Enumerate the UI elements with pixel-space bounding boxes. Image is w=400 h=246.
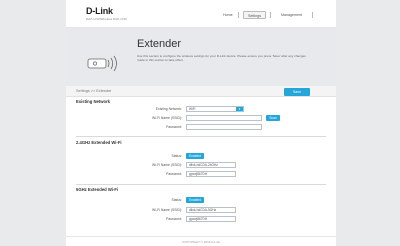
ssid-label: Wi-Fi Name (SSID): bbox=[152, 116, 182, 120]
existing-network-section: Existing Network Existing Network: WiFi … bbox=[76, 99, 326, 135]
section-title: 2.4GHz Extended Wi-Fi bbox=[76, 140, 122, 145]
section-divider bbox=[76, 184, 326, 185]
chevron-down-icon: ▾ bbox=[236, 107, 243, 111]
section-title: 5GHz Extended Wi-Fi bbox=[76, 187, 119, 192]
existing-network-value: WiFi bbox=[189, 107, 196, 111]
status-label: Status: bbox=[171, 154, 182, 158]
nav-divider bbox=[312, 12, 313, 18]
wifi5-password-input[interactable]: gpxwj867DH bbox=[186, 216, 236, 222]
wifi24-status-toggle[interactable]: Enabled bbox=[186, 153, 204, 159]
wifi5-section: 5GHz Extended Wi-Fi Status: Enabled Wi-F… bbox=[76, 187, 326, 229]
wifi5-ssid-input[interactable]: dlink-hdCDA-5GHz bbox=[186, 207, 236, 213]
scan-button[interactable]: Scan bbox=[266, 115, 280, 121]
existing-network-label: Existing Network: bbox=[155, 107, 182, 111]
password-label: Password: bbox=[166, 217, 182, 221]
section-title: Existing Network bbox=[76, 99, 110, 104]
model-label: DAP-1720/Wireless DAP-1720 bbox=[86, 17, 127, 21]
brand-logo: D-Link bbox=[86, 6, 113, 16]
existing-ssid-input[interactable] bbox=[186, 115, 262, 121]
app-frame: D-Link DAP-1720/Wireless DAP-1720 Home S… bbox=[66, 0, 336, 246]
existing-network-select[interactable]: WiFi ▾ bbox=[186, 106, 244, 112]
breadcrumb: Settings >> Extender bbox=[76, 89, 112, 93]
breadcrumb-bar: Settings >> Extender Save bbox=[66, 86, 336, 97]
password-label: Password: bbox=[166, 172, 182, 176]
wifi24-password-input[interactable]: gpxwj867DH bbox=[186, 171, 236, 177]
nav-settings[interactable]: Settings bbox=[243, 11, 266, 19]
wifi24-section: 2.4GHz Extended Wi-Fi Status: Enabled Wi… bbox=[76, 140, 326, 182]
page-title: Extender bbox=[137, 38, 182, 50]
existing-password-input[interactable] bbox=[186, 124, 262, 130]
nav-home[interactable]: Home bbox=[219, 11, 237, 19]
nav-divider bbox=[238, 12, 239, 18]
nav-management[interactable]: Management bbox=[277, 11, 306, 19]
nav-divider bbox=[270, 12, 271, 18]
footer-copyright: COPYRIGHT © 2016 D-Link bbox=[66, 236, 336, 246]
section-divider bbox=[76, 136, 326, 137]
wifi24-ssid-input[interactable]: dlink-hdCDA-24GHz bbox=[186, 162, 236, 168]
ssid-label: Wi-Fi Name (SSID): bbox=[152, 208, 182, 212]
page-hero: Extender Use this section to configure t… bbox=[66, 28, 336, 86]
page-description: Use this section to configure the wirele… bbox=[137, 54, 306, 63]
status-label: Status: bbox=[171, 198, 182, 202]
wifi5-status-toggle[interactable]: Enabled bbox=[186, 197, 204, 203]
ssid-label: Wi-Fi Name (SSID): bbox=[152, 163, 182, 167]
extender-wifi-icon bbox=[87, 55, 117, 72]
top-nav: D-Link DAP-1720/Wireless DAP-1720 Home S… bbox=[66, 0, 336, 28]
password-label: Password: bbox=[166, 125, 182, 129]
save-button[interactable]: Save bbox=[284, 88, 310, 96]
